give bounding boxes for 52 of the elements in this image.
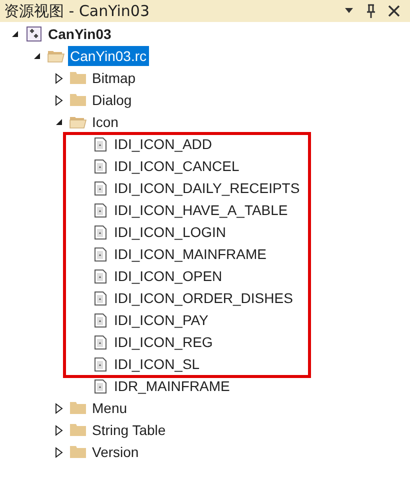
tree-item[interactable]: Dialog [90,90,134,110]
icon-file-icon [94,334,106,350]
folder-icon [69,401,87,415]
tree-item[interactable]: IDI_ICON_REG [112,332,215,352]
dropdown-icon[interactable] [344,8,354,14]
tree-item[interactable]: IDI_ICON_CANCEL [112,156,242,176]
tree-item[interactable]: IDR_MAINFRAME [112,376,232,396]
tree-item[interactable]: Version [90,442,141,462]
collapsed-arrow-icon[interactable] [55,94,63,106]
window-title: 资源视图 - CanYin03 [4,0,151,22]
icon-file-icon [94,268,106,284]
tree-item[interactable]: IDI_ICON_DAILY_RECEIPTS [112,178,302,198]
icon-file-icon [94,378,106,394]
collapsed-arrow-icon[interactable] [55,424,63,436]
tree-item[interactable]: IDI_ICON_MAINFRAME [112,244,268,264]
folder-icon [69,423,87,437]
icon-file-icon [94,158,106,174]
open-folder-icon [47,49,65,63]
folder-icon [69,445,87,459]
close-icon[interactable] [388,5,400,17]
icon-file-icon [94,312,106,328]
expanded-arrow-icon[interactable] [33,52,41,60]
icon-file-icon [94,246,106,262]
icon-file-icon [94,202,106,218]
tree-item[interactable]: Menu [90,398,130,418]
open-folder-icon [69,115,87,129]
tree-item[interactable]: Icon [90,112,120,132]
expanded-arrow-icon[interactable] [55,118,63,126]
icon-file-icon [94,356,106,372]
icon-file-icon [94,136,106,152]
project-icon [26,26,42,42]
tree-item[interactable]: CanYin03.rc [68,46,149,66]
pin-icon[interactable] [366,4,376,18]
tree-item[interactable]: IDI_ICON_ORDER_DISHES [112,288,295,308]
tree-item[interactable]: String Table [90,420,168,440]
expanded-arrow-icon[interactable] [11,30,19,38]
tree-item[interactable]: IDI_ICON_ADD [112,134,214,154]
tree-item[interactable]: IDI_ICON_LOGIN [112,222,228,242]
collapsed-arrow-icon[interactable] [55,402,63,414]
icon-file-icon [94,180,106,196]
icon-file-icon [94,290,106,306]
tree-item[interactable]: IDI_ICON_OPEN [112,266,224,286]
icon-file-icon [94,224,106,240]
tree-item[interactable]: IDI_ICON_HAVE_A_TABLE [112,200,290,220]
collapsed-arrow-icon[interactable] [55,72,63,84]
folder-icon [69,93,87,107]
tree-item[interactable]: IDI_ICON_PAY [112,310,210,330]
folder-icon [69,71,87,85]
tree-item[interactable]: CanYin03 [46,24,114,44]
tree-item[interactable]: Bitmap [90,68,138,88]
collapsed-arrow-icon[interactable] [55,446,63,458]
tree-item[interactable]: IDI_ICON_SL [112,354,202,374]
